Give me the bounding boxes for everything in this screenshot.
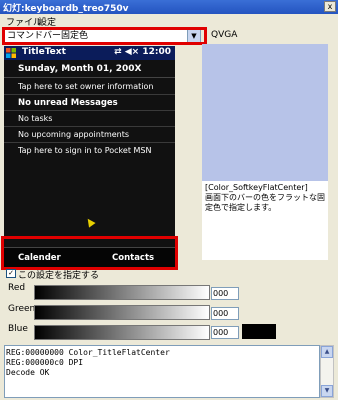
today-item-msn[interactable]: Tap here to sign in to Pocket MSN [4,143,175,159]
setting-select[interactable]: コマンドバー固定色 ▼ [4,29,201,43]
blue-label: Blue [8,324,28,334]
resolution-label: QVGA [211,30,238,40]
menu-bar: ファイル 設定 [0,14,338,28]
softkey-left[interactable]: Calender [18,253,61,263]
log-scrollbar[interactable]: ▲ ▼ [320,345,334,398]
log-line: Decode OK [6,368,50,377]
softkey-bar: Calender Contacts [4,247,175,268]
windows-logo-icon [6,48,16,58]
menu-settings[interactable]: 設定 [38,15,56,28]
log-line: REG:000000c0 DPI [6,358,84,367]
enable-checkbox[interactable]: ✓ [6,269,16,278]
red-label: Red [8,283,26,293]
device-preview: TitleText ⇄ ◀× 12:00 Sunday, Month 01, 2… [4,46,175,269]
chevron-down-icon[interactable]: ▼ [187,30,200,42]
title-bar: 幻灯:keyboardb_treo750v x [0,0,338,14]
log-line: REG:00000000 Color_TitleFlatCenter [6,348,170,357]
menu-file[interactable]: ファイル [6,15,42,28]
today-item-owner[interactable]: Tap here to set owner information [4,79,175,95]
color-preview-swatch [242,324,276,339]
red-value-field[interactable]: 000 [211,287,239,300]
today-item-appointments[interactable]: No upcoming appointments [4,127,175,143]
softkey-right[interactable]: Contacts [112,253,154,263]
red-slider[interactable] [34,285,210,300]
today-date: Sunday, Month 01, 200X [4,60,175,78]
blue-value-field[interactable]: 000 [211,326,239,339]
window-title: 幻灯:keyboardb_treo750v [3,4,129,14]
today-item-messages[interactable]: No unread Messages [4,95,175,111]
device-title-text: TitleText [22,47,66,57]
green-slider[interactable] [34,305,210,320]
blue-slider[interactable] [34,325,210,340]
description-text: [Color_SoftkeyFlatCenter] 画面下のバーの色をフラットな… [205,183,325,212]
preview-pane [202,44,328,181]
scroll-up-icon[interactable]: ▲ [321,346,333,358]
today-item-tasks[interactable]: No tasks [4,111,175,127]
close-button[interactable]: x [324,1,336,12]
enable-checkbox-label: この設定を指定する [18,271,100,281]
setting-select-value: コマンドバー固定色 [7,31,89,41]
device-title-bar: TitleText ⇄ ◀× 12:00 [4,46,175,60]
device-status: ⇄ ◀× 12:00 [114,47,171,57]
green-value-field[interactable]: 000 [211,307,239,320]
scroll-down-icon[interactable]: ▼ [321,385,333,397]
log-output[interactable]: REG:00000000 Color_TitleFlatCenter REG:0… [4,345,320,398]
green-label: Green [8,304,36,314]
